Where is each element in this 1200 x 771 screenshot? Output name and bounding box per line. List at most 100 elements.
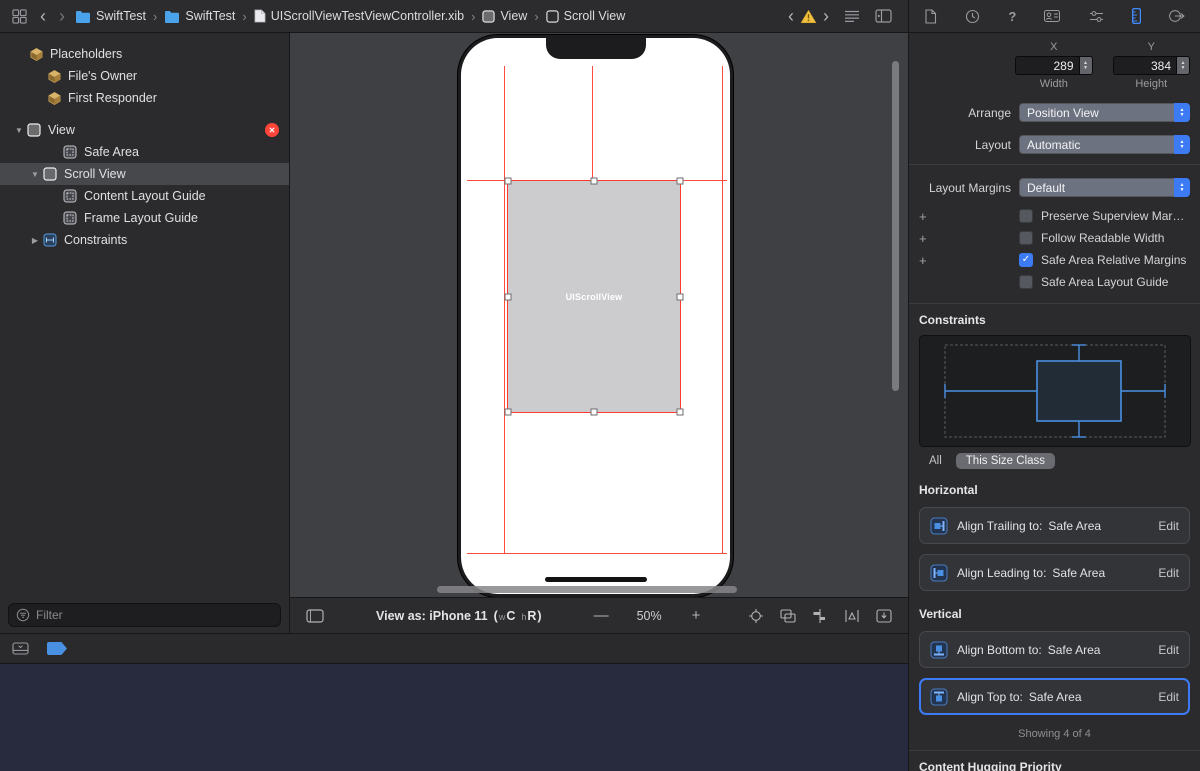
outline-item-content-layout-guide[interactable]: Content Layout Guide (0, 185, 289, 207)
horizontal-section-title: Horizontal (919, 483, 1190, 497)
resize-handle-top-left[interactable] (505, 178, 512, 185)
canvas-horizontal-scrollbar[interactable] (437, 586, 737, 593)
height-stepper[interactable]: ▲▼ (1177, 56, 1190, 75)
attributes-inspector-icon[interactable] (1089, 10, 1104, 23)
outline-item-frame-layout-guide[interactable]: Frame Layout Guide (0, 207, 289, 229)
outline-label: Placeholders (50, 47, 122, 61)
outline-item-view[interactable]: ▼ View ✕ (0, 119, 289, 141)
height-field[interactable]: 384 (1113, 56, 1178, 75)
layout-margins-dropdown[interactable]: Default ▲▼ (1019, 178, 1190, 197)
disclosure-triangle-icon[interactable]: ▶ (28, 236, 42, 245)
add-editor-icon[interactable] (875, 9, 892, 23)
constraint-row-leading[interactable]: Align Leading to: Safe Area Edit (919, 554, 1190, 591)
edit-button[interactable]: Edit (1158, 643, 1179, 657)
safe-area-icon (62, 144, 78, 160)
constraint-bottom-icon (930, 641, 948, 659)
outline-item-first-responder[interactable]: First Responder (0, 87, 289, 109)
resize-handle-bottom-left[interactable] (505, 409, 512, 416)
size-inspector-icon[interactable] (1132, 8, 1141, 24)
editor-options-icon[interactable] (844, 10, 860, 23)
zoom-out-button[interactable]: — (594, 607, 609, 624)
error-badge[interactable]: ✕ (265, 123, 279, 137)
add-variation-button[interactable]: + (919, 231, 935, 246)
forward-button[interactable]: › (59, 7, 65, 25)
add-variation-button[interactable]: + (919, 253, 935, 268)
outline-item-constraints[interactable]: ▶ Constraints (0, 229, 289, 251)
resize-handle-bottom-center[interactable] (591, 409, 598, 416)
disclosure-triangle-icon[interactable]: ▼ (12, 126, 26, 135)
constraints-diagram[interactable] (919, 335, 1190, 447)
scroll-view-canvas-object[interactable]: UIScrollView (507, 180, 681, 413)
edit-button[interactable]: Edit (1158, 690, 1179, 704)
safe-area-relative-margins-checkbox[interactable]: ✓ (1019, 253, 1033, 267)
hide-debug-area-icon[interactable] (12, 642, 29, 655)
resize-handle-middle-left[interactable] (505, 293, 512, 300)
filter-icon (16, 608, 30, 622)
related-items-icon[interactable] (12, 9, 27, 24)
layout-dropdown[interactable]: Automatic ▲▼ (1019, 135, 1190, 154)
tab-this-size-class[interactable]: This Size Class (956, 453, 1055, 469)
height-field-group: 384 ▲▼ (1113, 56, 1191, 75)
align-icon[interactable] (812, 609, 828, 623)
outline-item-safe-area[interactable]: Safe Area (0, 141, 289, 163)
trait-h-class: R (527, 609, 536, 623)
quick-help-inspector-icon[interactable]: ? (1008, 9, 1016, 24)
resolve-autolayout-icon[interactable] (876, 609, 892, 623)
layout-margins-label: Layout Margins (919, 181, 1011, 195)
arrange-dropdown[interactable]: Position View ▲▼ (1019, 103, 1190, 122)
debug-console-area[interactable] (0, 663, 908, 771)
outline-item-files-owner[interactable]: File's Owner (0, 65, 289, 87)
breakpoints-toggle-icon[interactable] (47, 642, 67, 655)
add-constraints-icon[interactable] (844, 609, 860, 623)
preserve-superview-margins-checkbox[interactable] (1019, 209, 1033, 223)
breadcrumb-group[interactable]: SwiftTest (164, 9, 235, 23)
file-inspector-icon[interactable] (924, 9, 937, 24)
filter-input[interactable] (36, 608, 273, 622)
checkbox-label: Safe Area Layout Guide (1041, 275, 1168, 289)
next-issue-button[interactable]: › (823, 7, 829, 25)
canvas-vertical-scrollbar[interactable] (892, 61, 899, 391)
resize-handle-top-right[interactable] (677, 178, 684, 185)
edit-button[interactable]: Edit (1158, 519, 1179, 533)
history-inspector-icon[interactable] (965, 9, 980, 24)
device-preview-icon[interactable] (306, 609, 324, 623)
interface-builder-canvas[interactable]: UIScrollView (290, 33, 908, 597)
tab-all[interactable]: All (919, 453, 952, 469)
back-button[interactable]: ‹ (40, 7, 46, 25)
breadcrumb-project[interactable]: SwiftTest (75, 9, 146, 23)
view-as-button[interactable]: View as: iPhone 11 ( w C h R ) (376, 609, 542, 623)
edit-button[interactable]: Edit (1158, 566, 1179, 580)
outline-label: First Responder (68, 91, 157, 105)
y-label: Y (1148, 41, 1155, 53)
warning-icon[interactable] (800, 9, 817, 24)
zoom-level[interactable]: 50% (637, 609, 662, 623)
outline-group-placeholders[interactable]: Placeholders (0, 43, 289, 65)
filter-field[interactable] (8, 603, 281, 627)
embed-in-view-icon[interactable] (780, 609, 796, 623)
trait-w: w (499, 612, 506, 622)
breadcrumb-scroll-view[interactable]: Scroll View (546, 9, 626, 23)
trait-w-class: C (506, 609, 515, 623)
previous-issue-button[interactable]: ‹ (788, 7, 794, 25)
identity-inspector-icon[interactable] (1044, 10, 1060, 22)
resize-handle-middle-right[interactable] (677, 293, 684, 300)
width-stepper[interactable]: ▲▼ (1080, 56, 1093, 75)
breadcrumb-view[interactable]: View (482, 9, 527, 23)
resize-handle-bottom-right[interactable] (677, 409, 684, 416)
safe-area-layout-guide-checkbox[interactable] (1019, 275, 1033, 289)
add-variation-button[interactable]: + (919, 209, 935, 224)
connections-inspector-icon[interactable] (1169, 9, 1185, 23)
follow-readable-width-checkbox[interactable] (1019, 231, 1033, 245)
update-frames-icon[interactable] (748, 608, 764, 624)
constraint-row-trailing[interactable]: Align Trailing to: Safe Area Edit (919, 507, 1190, 544)
breadcrumb-file[interactable]: UIScrollViewTestViewController.xib (254, 9, 464, 23)
frame-rectangle-fields: X 289 ▲▼ Width Y 384 ▲▼ Height (1015, 41, 1190, 90)
outline-item-scroll-view[interactable]: ▼ Scroll View (0, 163, 289, 185)
constraint-row-top[interactable]: Align Top to: Safe Area Edit (919, 678, 1190, 715)
constraint-row-bottom[interactable]: Align Bottom to: Safe Area Edit (919, 631, 1190, 668)
outline-label: File's Owner (68, 69, 137, 83)
resize-handle-top-center[interactable] (591, 178, 598, 185)
zoom-in-button[interactable]: + (692, 607, 701, 624)
disclosure-triangle-icon[interactable]: ▼ (28, 170, 42, 179)
width-field[interactable]: 289 (1015, 56, 1080, 75)
